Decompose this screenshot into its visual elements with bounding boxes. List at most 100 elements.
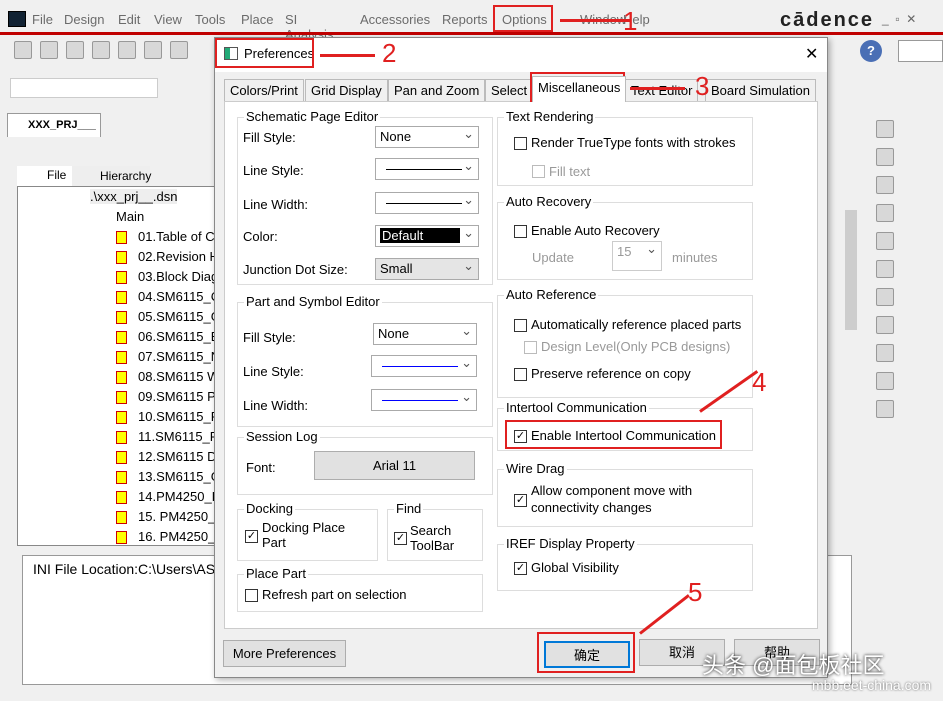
line-style-label: Line Style: [243, 364, 304, 379]
menu-place[interactable]: Place [241, 12, 274, 27]
docking-checkbox[interactable]: ✓ [245, 530, 258, 543]
tree-page-item[interactable]: 10.SM6115_P [138, 409, 216, 424]
tool-icon[interactable] [876, 260, 894, 278]
print-icon[interactable] [92, 41, 110, 59]
schematic-page-icon [116, 311, 127, 324]
tree-page-item[interactable]: 02.Revision H [138, 249, 216, 264]
schematic-page-icon [116, 431, 127, 444]
junction-dot-select[interactable]: Small [375, 258, 479, 280]
tree-page-item[interactable]: 13.SM6115_G [138, 469, 216, 484]
auto-recovery-checkbox[interactable] [514, 225, 527, 238]
schematic-line-width-select[interactable] [375, 192, 479, 214]
toolbar-combo[interactable] [10, 78, 158, 98]
new-icon[interactable] [14, 41, 32, 59]
group-title: Text Rendering [504, 109, 596, 124]
schematic-color-select[interactable]: Default [375, 225, 479, 247]
refresh-part-checkbox[interactable] [245, 589, 258, 602]
preserve-reference-label: Preserve reference on copy [531, 366, 691, 381]
schematic-line-style-select[interactable] [375, 158, 479, 180]
annotation-box-ok [537, 632, 635, 673]
tree-page-item[interactable]: 03.Block Diag [138, 269, 216, 284]
tree-page-item[interactable]: 14.PM4250_H [138, 489, 216, 504]
menu-edit[interactable]: Edit [118, 12, 140, 27]
font-button[interactable]: Arial 11 [314, 451, 475, 480]
tree-page-item[interactable]: 07.SM6115_N [138, 349, 216, 364]
tree-page-item[interactable]: 16. PM4250_ [138, 529, 215, 544]
auto-reference-checkbox[interactable] [514, 319, 527, 332]
schematic-page-icon [116, 391, 127, 404]
schematic-fill-select[interactable]: None [375, 126, 479, 148]
more-preferences-button[interactable]: More Preferences [223, 640, 346, 667]
tree-tab-file[interactable]: File [17, 166, 72, 186]
menu-view[interactable]: View [154, 12, 182, 27]
tree-page-item[interactable]: 04.SM6115_C [138, 289, 216, 304]
group-title: Auto Reference [504, 287, 599, 302]
tool-icon[interactable] [876, 204, 894, 222]
schematic-page-icon [116, 331, 127, 344]
schematic-page-icon [116, 531, 127, 544]
tool-icon[interactable] [876, 176, 894, 194]
preserve-reference-checkbox[interactable] [514, 368, 527, 381]
menu-tools[interactable]: Tools [195, 12, 225, 27]
color-value: Default [380, 228, 460, 243]
tab-pan-zoom[interactable]: Pan and Zoom [388, 79, 486, 102]
cut-icon[interactable] [118, 41, 136, 59]
tab-grid-display[interactable]: Grid Display [305, 79, 388, 102]
wire-drag-checkbox[interactable]: ✓ [514, 494, 527, 507]
search-field[interactable] [898, 40, 943, 62]
tool-icon[interactable] [876, 288, 894, 306]
tool-icon[interactable] [876, 148, 894, 166]
part-line-width-select[interactable] [371, 389, 477, 411]
search-toolbar-checkbox[interactable]: ✓ [394, 532, 407, 545]
tab-colors-print[interactable]: Colors/Print [224, 79, 304, 102]
save-icon[interactable] [66, 41, 84, 59]
tree-root[interactable]: .\xxx_prj__.dsn [90, 189, 178, 204]
tree-page-item[interactable]: 15. PM4250_E [138, 509, 216, 524]
part-line-style-select[interactable] [371, 355, 477, 377]
tree-folder-main[interactable]: Main [116, 209, 144, 224]
tree-page-item[interactable]: 06.SM6115_E [138, 329, 216, 344]
annotation-5: 5 [688, 577, 703, 607]
close-icon[interactable]: ✕ [805, 44, 818, 64]
tree-page-item[interactable]: 11.SM6115_P [138, 429, 216, 444]
fill-text-label: Fill text [549, 164, 591, 179]
tool-icon[interactable] [876, 316, 894, 334]
menu-file[interactable]: File [32, 12, 53, 27]
tree-page-item[interactable]: 09.SM6115 P [138, 389, 216, 404]
window-controls[interactable]: _ ▫ ✕ [882, 12, 916, 26]
project-tab[interactable]: XXX_PRJ___ [7, 113, 101, 137]
tab-select[interactable]: Select [485, 79, 534, 102]
tree-page-item[interactable]: 12.SM6115 D [138, 449, 216, 464]
global-visibility-checkbox[interactable]: ✓ [514, 562, 527, 575]
tree-page-item[interactable]: 05.SM6115_G [138, 309, 216, 324]
tool-icon[interactable] [876, 344, 894, 362]
junction-dot-label: Junction Dot Size: [243, 262, 348, 277]
help-icon[interactable]: ? [860, 40, 882, 62]
schematic-page-icon [116, 411, 127, 424]
wire-drag-label: Allow component move with connectivity c… [531, 483, 693, 515]
design-level-checkbox[interactable] [524, 341, 537, 354]
tab-board-simulation[interactable]: Board Simulation [705, 79, 816, 102]
tree-page-item[interactable]: 01.Table of C [138, 229, 215, 244]
truetype-checkbox[interactable] [514, 137, 527, 150]
tree-page-item[interactable]: 08.SM6115 W [138, 369, 216, 384]
open-icon[interactable] [40, 41, 58, 59]
tool-icon[interactable] [876, 232, 894, 250]
tab-text-editor[interactable]: Text Editor [625, 79, 699, 102]
tool-icon[interactable] [876, 400, 894, 418]
copy-icon[interactable] [144, 41, 162, 59]
paste-icon[interactable] [170, 41, 188, 59]
menu-reports[interactable]: Reports [442, 12, 488, 27]
tool-icon[interactable] [876, 372, 894, 390]
menu-accessories[interactable]: Accessories [360, 12, 430, 27]
tree-scrollbar[interactable] [845, 210, 857, 330]
fill-text-checkbox[interactable] [532, 165, 545, 178]
update-minutes-input[interactable]: 15 [612, 241, 662, 271]
tool-icon[interactable] [876, 120, 894, 138]
line-width-label: Line Width: [243, 398, 309, 413]
menu-design[interactable]: Design [64, 12, 104, 27]
schematic-page-icon [116, 231, 127, 244]
tab-miscellaneous[interactable]: Miscellaneous [532, 76, 627, 102]
part-fill-select[interactable]: None [373, 323, 477, 345]
tree-tab-hierarchy[interactable]: Hierarchy [72, 166, 151, 186]
